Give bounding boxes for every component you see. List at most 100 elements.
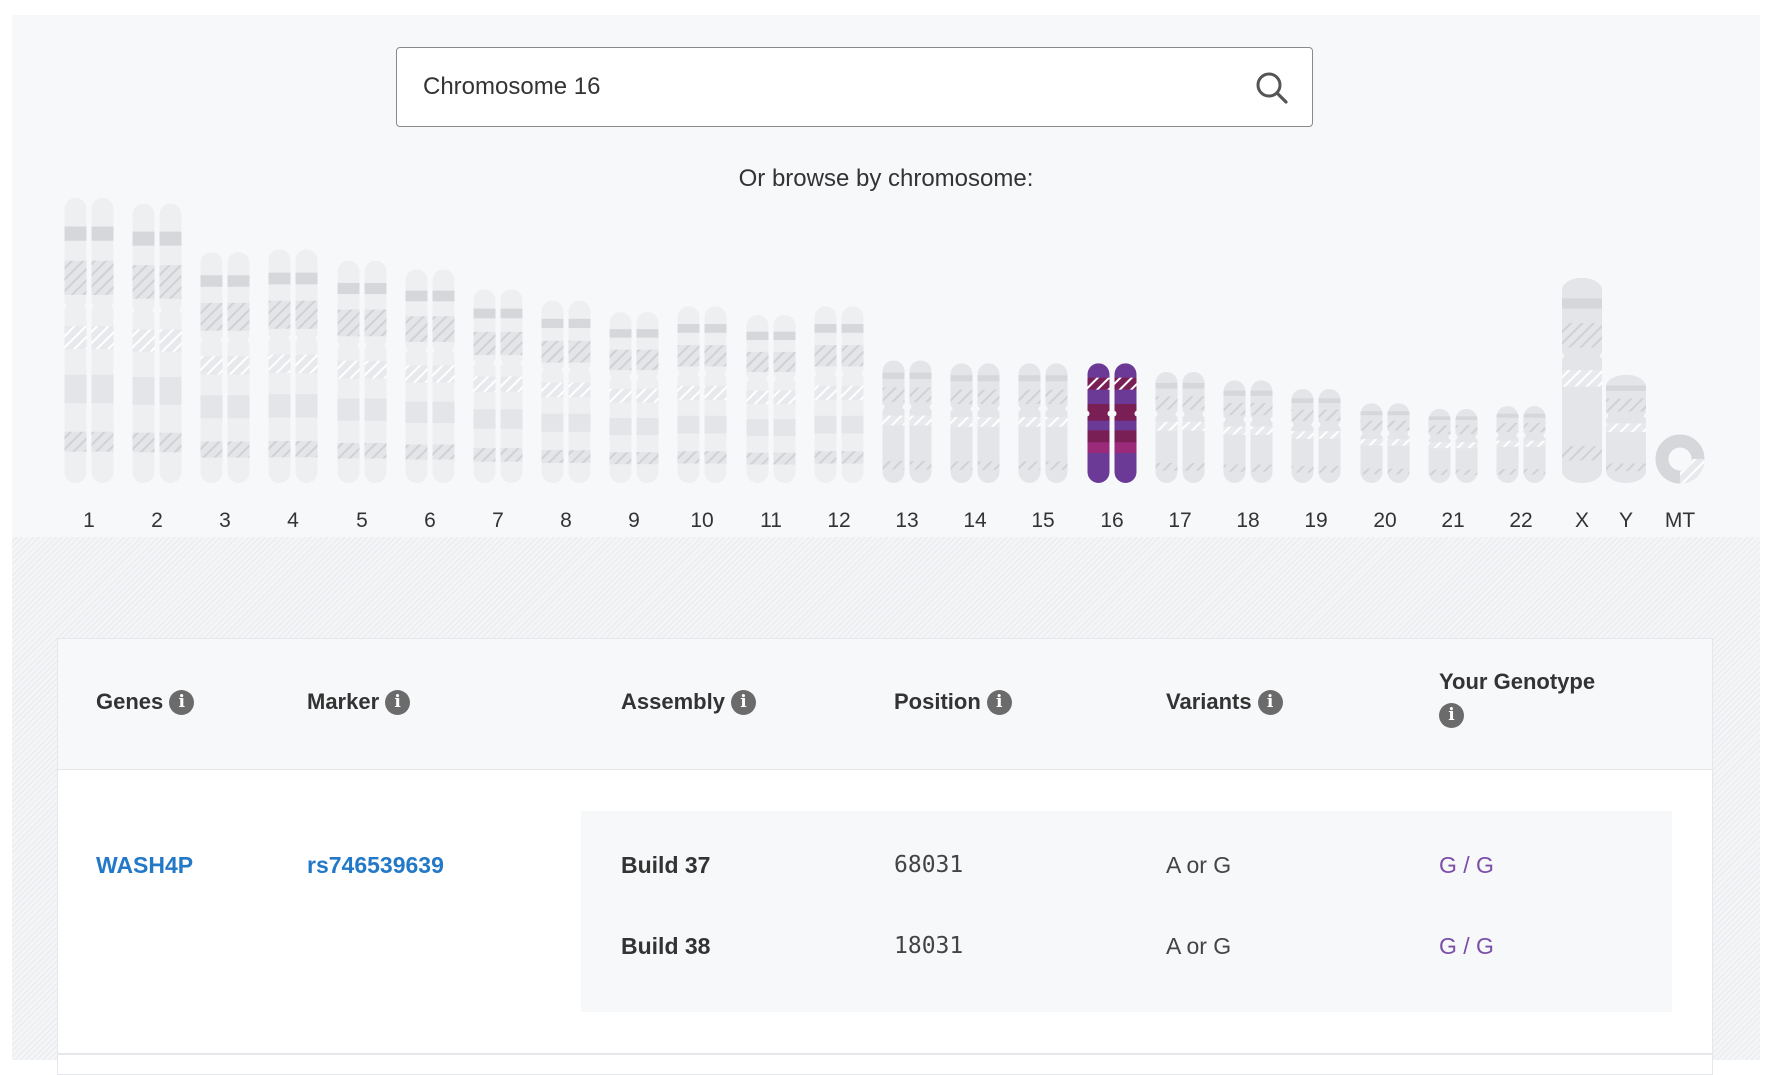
chromosome-band	[91, 374, 114, 404]
centromere	[766, 375, 769, 382]
gene-link[interactable]: WASH4P	[96, 852, 193, 879]
centromere	[677, 370, 680, 377]
info-icon[interactable]: i	[1439, 703, 1464, 728]
info-icon[interactable]: i	[169, 689, 195, 715]
chromosome-20[interactable]	[1357, 403, 1414, 483]
chromosome-label-y[interactable]: Y	[1619, 509, 1633, 533]
chromosome-band	[500, 308, 523, 319]
chromatid	[1087, 363, 1110, 483]
chromosome-label-14[interactable]: 14	[963, 509, 986, 533]
chromosome-4[interactable]	[265, 249, 322, 483]
chromosome-8[interactable]	[538, 300, 595, 483]
chromosome-label-9[interactable]: 9	[628, 509, 640, 533]
chromosome-band	[541, 450, 564, 463]
chromosome-label-1[interactable]: 1	[83, 509, 95, 533]
chromosome-label-5[interactable]: 5	[356, 509, 368, 533]
chromatid	[1455, 408, 1478, 483]
chromosome-band	[1114, 377, 1137, 390]
chromosome-13[interactable]	[879, 360, 936, 483]
chromosome-label-20[interactable]: 20	[1373, 509, 1396, 533]
chromosome-1[interactable]	[61, 198, 118, 483]
chromosome-21[interactable]	[1425, 408, 1482, 483]
chromosome-7[interactable]	[470, 289, 527, 483]
search-input[interactable]	[423, 48, 1243, 125]
chromosome-band	[227, 275, 250, 287]
chromosome-label-2[interactable]: 2	[151, 509, 163, 533]
chromosome-band	[814, 385, 837, 400]
chromosome-19[interactable]	[1288, 388, 1345, 483]
search-box[interactable]	[396, 47, 1313, 127]
info-icon[interactable]: i	[1257, 689, 1283, 715]
chromosome-18[interactable]	[1220, 380, 1277, 483]
chromosome-label-8[interactable]: 8	[560, 509, 572, 533]
chromosome-label-13[interactable]: 13	[895, 509, 918, 533]
chromosome-band	[1155, 421, 1178, 431]
header-your-genotype: Your Genotype i	[1439, 669, 1595, 728]
chromosome-band	[1360, 439, 1383, 446]
chromosome-band	[1318, 409, 1341, 421]
centromere	[1380, 430, 1383, 437]
chromosome-label-11[interactable]: 11	[760, 509, 782, 533]
chromosome-14[interactable]	[947, 363, 1004, 483]
chromosome-label-x[interactable]: X	[1575, 509, 1589, 533]
chromosome-label-7[interactable]: 7	[492, 509, 504, 533]
chromatid	[1428, 408, 1451, 483]
chromosome-label-22[interactable]: 22	[1509, 509, 1532, 533]
chromosome-3[interactable]	[197, 252, 254, 483]
centromere	[1202, 411, 1205, 418]
chromosome-label-15[interactable]: 15	[1031, 509, 1054, 533]
results-table: Genes i Marker i Assembly i Position i Varia…	[57, 638, 1713, 1075]
chromosome-label-18[interactable]: 18	[1236, 509, 1259, 533]
chromosome-17[interactable]	[1152, 371, 1209, 483]
chromatid	[91, 198, 114, 483]
chromosome-10[interactable]	[674, 306, 731, 483]
chromosome-11[interactable]	[743, 314, 800, 483]
info-icon[interactable]: i	[385, 689, 411, 715]
centromere	[950, 405, 953, 412]
chromosome-16[interactable]	[1084, 363, 1141, 483]
chromosome-label-16[interactable]: 16	[1100, 509, 1123, 533]
chromosome-band	[568, 413, 591, 432]
chromosome-label-10[interactable]: 10	[690, 509, 713, 533]
chromosome-label-17[interactable]: 17	[1168, 509, 1191, 533]
chromosome-band	[337, 282, 360, 295]
header-position: Position i	[894, 689, 1012, 715]
chromosome-mt[interactable]	[1655, 434, 1705, 484]
chromosome-label-21[interactable]: 21	[1441, 509, 1464, 533]
chromosome-ideogram-set	[61, 198, 1705, 484]
search-icon[interactable]	[1254, 70, 1290, 106]
chromosome-label-3[interactable]: 3	[219, 509, 231, 533]
chromosome-2[interactable]	[129, 203, 186, 483]
chromosome-5[interactable]	[334, 260, 391, 483]
chromosome-band	[91, 326, 114, 350]
centromere	[1045, 405, 1048, 412]
chromosome-band	[473, 409, 496, 429]
info-icon[interactable]: i	[986, 689, 1012, 715]
chromosome-12[interactable]	[811, 306, 868, 483]
chromosome-band	[91, 226, 114, 241]
chromosome-label-mt[interactable]: MT	[1665, 509, 1695, 533]
chromosome-band	[814, 451, 837, 464]
chromosome-label-4[interactable]: 4	[287, 509, 299, 533]
chromosome-band	[568, 382, 591, 398]
chromosome-band	[1523, 413, 1546, 418]
chromosome-15[interactable]	[1015, 363, 1072, 483]
chromosome-label-19[interactable]: 19	[1304, 509, 1327, 533]
chromosome-band	[1114, 442, 1137, 454]
chromosome-band	[1606, 398, 1646, 412]
chromosome-6[interactable]	[402, 269, 459, 483]
marker-link[interactable]: rs746539639	[307, 852, 497, 879]
chromatid	[1523, 406, 1546, 483]
chromosome-band	[1291, 431, 1314, 439]
chromosome-band	[227, 441, 250, 458]
chromosome-y[interactable]	[1602, 374, 1650, 483]
chromosome-22[interactable]	[1493, 406, 1550, 483]
chromosome-label-6[interactable]: 6	[424, 509, 436, 533]
chromosome-x[interactable]	[1558, 277, 1606, 483]
chromosome-band	[91, 260, 114, 295]
chromosome-9[interactable]	[606, 312, 663, 483]
chromosome-band	[1018, 461, 1041, 470]
chromosome-label-12[interactable]: 12	[827, 509, 850, 533]
info-icon[interactable]: i	[730, 689, 756, 715]
chromosome-band	[568, 318, 591, 328]
